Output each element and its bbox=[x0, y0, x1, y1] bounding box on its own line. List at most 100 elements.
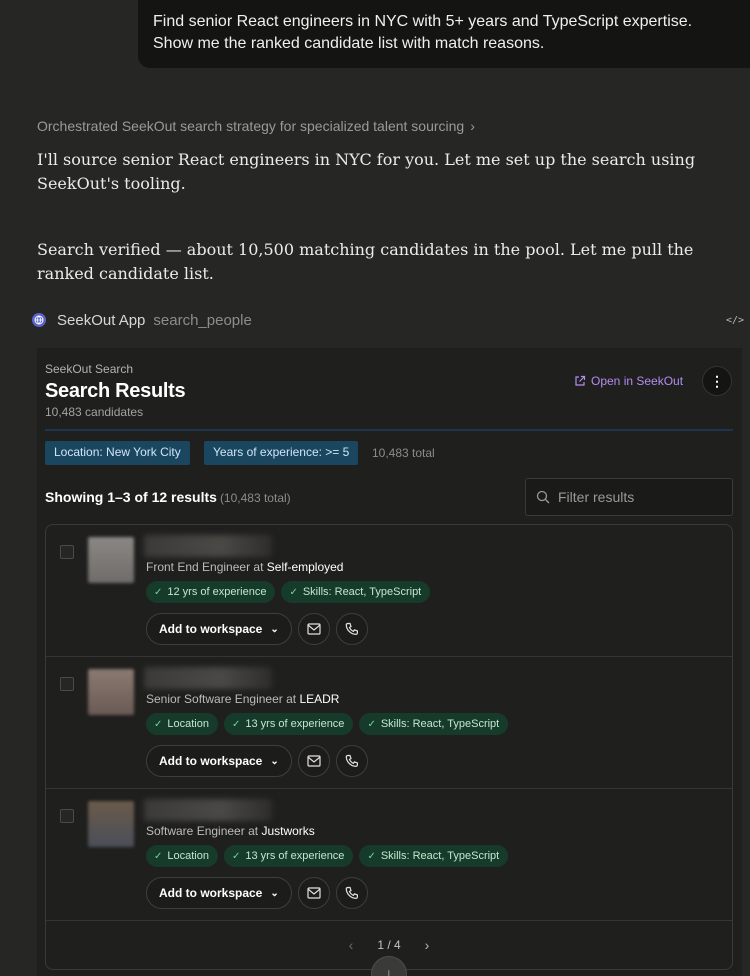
candidate-role: Senior Software Engineer at LEADR bbox=[146, 692, 339, 706]
at-label: at bbox=[286, 692, 297, 706]
thought-summary[interactable]: Orchestrated SeekOut search strategy for… bbox=[37, 118, 475, 134]
match-tag: ✓ Location bbox=[146, 713, 218, 735]
match-tag-label: Skills: React, TypeScript bbox=[302, 586, 422, 598]
avatar bbox=[88, 801, 134, 847]
check-icon: ✓ bbox=[154, 718, 163, 730]
mail-icon bbox=[307, 623, 321, 635]
phone-icon bbox=[345, 622, 358, 635]
assistant-paragraph: Search verified — about 10,500 matching … bbox=[37, 240, 694, 283]
chevron-down-icon: ⌄ bbox=[270, 887, 279, 899]
chevron-down-icon: ⌄ bbox=[270, 755, 279, 767]
add-to-workspace-button[interactable]: Add to workspace ⌄ bbox=[146, 613, 292, 645]
check-icon: ✓ bbox=[231, 718, 241, 730]
avatar bbox=[88, 537, 134, 583]
filters-total: 10,483 total bbox=[372, 446, 435, 460]
add-to-workspace-label: Add to workspace bbox=[159, 754, 263, 768]
candidate-actions: Add to workspace ⌄ bbox=[146, 745, 368, 777]
candidate-company: Self-employed bbox=[266, 560, 344, 574]
match-tag: ✓ Skills: React, TypeScript bbox=[359, 713, 509, 735]
filter-chip-location[interactable]: Location: New York City bbox=[45, 441, 190, 465]
match-tag: ✓ 12 yrs of experience bbox=[146, 581, 276, 603]
call-button[interactable] bbox=[335, 877, 368, 909]
candidate-name-redacted bbox=[144, 799, 272, 821]
select-checkbox[interactable] bbox=[60, 809, 74, 823]
arrow-down-icon: ↓ bbox=[385, 965, 393, 976]
add-to-workspace-button[interactable]: Add to workspace ⌄ bbox=[146, 745, 292, 777]
tool-app-name: SeekOut App bbox=[57, 311, 146, 329]
candidate-actions: Add to workspace ⌄ bbox=[146, 613, 368, 645]
candidate-title: Front End Engineer bbox=[146, 560, 251, 574]
match-tags: ✓ Location ✓ 13 yrs of experience ✓ Skills:… bbox=[146, 713, 509, 735]
widget-title: Search Results bbox=[45, 380, 186, 402]
check-icon: ✓ bbox=[154, 586, 163, 598]
phone-icon bbox=[345, 754, 358, 767]
check-icon: ✓ bbox=[289, 586, 298, 598]
page-indicator: 1 / 4 bbox=[377, 938, 401, 952]
candidate-card[interactable]: Software Engineer at Justworks ✓ Location… bbox=[46, 789, 732, 921]
mail-icon bbox=[307, 887, 321, 899]
tool-function-name: search_people bbox=[153, 311, 252, 329]
open-link-label: Open in SeekOut bbox=[591, 374, 684, 388]
assistant-paragraph: I'll source senior React engineers in NY… bbox=[37, 150, 696, 193]
match-tag-label: 13 yrs of experience bbox=[245, 850, 345, 862]
next-page-icon[interactable]: › bbox=[425, 937, 430, 953]
candidate-card[interactable]: Senior Software Engineer at LEADR ✓ Locat… bbox=[46, 657, 732, 789]
candidate-title: Senior Software Engineer bbox=[146, 692, 283, 706]
candidate-count: 10,483 candidates bbox=[45, 405, 144, 419]
match-tag-label: 13 yrs of experience bbox=[245, 718, 345, 730]
add-to-workspace-label: Add to workspace bbox=[159, 886, 263, 900]
email-button[interactable] bbox=[297, 613, 330, 645]
external-link-icon bbox=[575, 375, 586, 386]
at-label: at bbox=[253, 560, 264, 574]
phone-icon bbox=[345, 886, 358, 899]
candidate-name-redacted bbox=[144, 535, 272, 557]
add-to-workspace-button[interactable]: Add to workspace ⌄ bbox=[146, 877, 292, 909]
filter-chip-experience[interactable]: Years of experience: >= 5 bbox=[204, 441, 359, 465]
check-icon: ✓ bbox=[367, 718, 376, 730]
avatar bbox=[88, 669, 134, 715]
tool-call-header[interactable]: SeekOut App search_people </> bbox=[32, 310, 744, 330]
mail-icon bbox=[307, 755, 321, 767]
chevron-down-icon: ⌄ bbox=[270, 623, 279, 635]
match-tag: ✓ Location bbox=[146, 845, 218, 867]
at-label: at bbox=[248, 824, 259, 838]
select-checkbox[interactable] bbox=[60, 545, 74, 559]
kebab-icon: ⋮ bbox=[710, 372, 724, 389]
match-tags: ✓ Location ✓ 13 yrs of experience ✓ Skills:… bbox=[146, 845, 509, 867]
candidate-card[interactable]: Front End Engineer at Self-employed ✓ 12 … bbox=[46, 525, 732, 657]
email-button[interactable] bbox=[297, 877, 330, 909]
prev-page-icon[interactable]: ‹ bbox=[349, 937, 354, 953]
widget-subtitle: SeekOut Search bbox=[45, 362, 134, 376]
candidate-actions: Add to workspace ⌄ bbox=[146, 877, 368, 909]
check-icon: ✓ bbox=[231, 850, 241, 862]
match-tags: ✓ 12 yrs of experience ✓ Skills: React, Ty… bbox=[146, 581, 431, 603]
match-tag-label: Skills: React, TypeScript bbox=[380, 850, 500, 862]
match-tag: ✓ 13 yrs of experience bbox=[223, 713, 354, 735]
user-message-text: Find senior React engineers in NYC with … bbox=[153, 13, 693, 52]
code-icon[interactable]: </> bbox=[726, 315, 744, 326]
globe-icon bbox=[32, 313, 46, 327]
check-icon: ✓ bbox=[367, 850, 376, 862]
match-tag-label: Location bbox=[167, 718, 209, 730]
showing-label: Showing 1–3 of 12 results bbox=[45, 489, 217, 505]
open-in-seekout-link[interactable]: Open in SeekOut bbox=[574, 374, 683, 388]
call-button[interactable] bbox=[335, 745, 368, 777]
select-checkbox[interactable] bbox=[60, 677, 74, 691]
filter-results-input[interactable] bbox=[558, 489, 718, 505]
match-tag-label: Skills: React, TypeScript bbox=[380, 718, 500, 730]
results-summary: Showing 1–3 of 12 results (10,483 total) bbox=[45, 489, 291, 505]
check-icon: ✓ bbox=[154, 850, 163, 862]
match-tag: ✓ Skills: React, TypeScript bbox=[281, 581, 431, 603]
thought-summary-text: Orchestrated SeekOut search strategy for… bbox=[37, 118, 465, 134]
candidate-role: Software Engineer at Justworks bbox=[146, 824, 315, 838]
candidate-company: Justworks bbox=[261, 824, 315, 838]
search-icon bbox=[536, 490, 550, 504]
chevron-right-icon: › bbox=[470, 118, 475, 134]
candidate-company: LEADR bbox=[299, 692, 340, 706]
showing-total: (10,483 total) bbox=[219, 491, 291, 505]
match-tag-label: Location bbox=[167, 850, 209, 862]
more-options-button[interactable]: ⋮ bbox=[702, 366, 732, 396]
filter-results-field[interactable] bbox=[525, 478, 733, 516]
email-button[interactable] bbox=[297, 745, 330, 777]
call-button[interactable] bbox=[335, 613, 368, 645]
